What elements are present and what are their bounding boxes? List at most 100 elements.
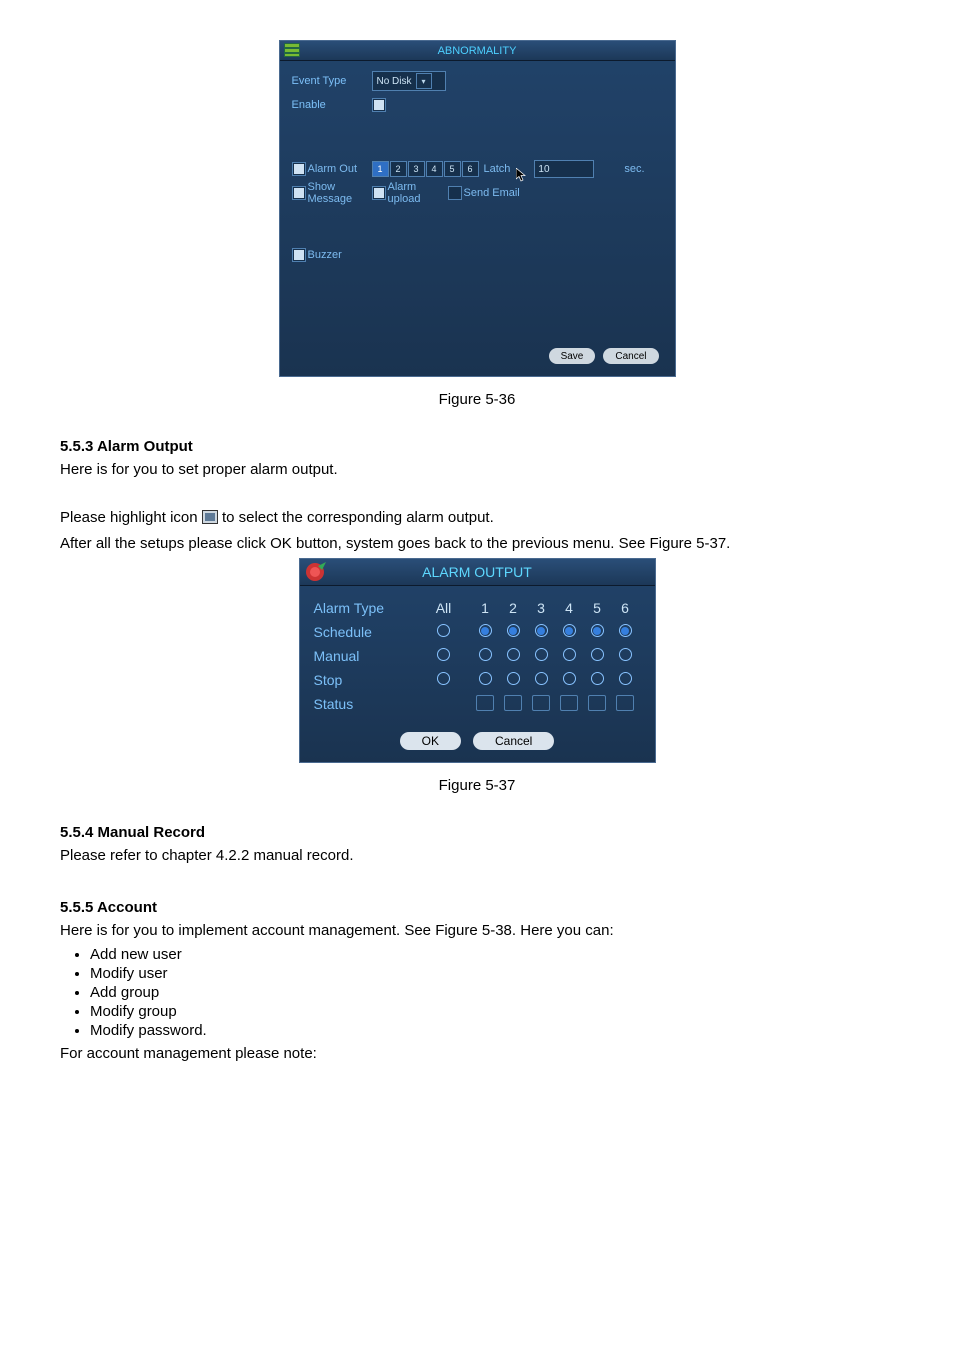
col-5: 5: [588, 600, 606, 616]
radio-all-schedule[interactable]: [437, 624, 450, 637]
status-label: Status: [314, 696, 424, 712]
alarm-output-body: Alarm Type All 123456 Schedule Manual Stop…: [300, 586, 655, 724]
latch-input[interactable]: 10: [534, 160, 594, 178]
cursor-icon: [516, 168, 526, 182]
save-button[interactable]: Save: [549, 348, 596, 364]
section-555-heading: 5.5.5 Account: [60, 899, 894, 916]
section-553-p3: After all the setups please click OK but…: [60, 533, 894, 555]
radio-manual-6[interactable]: [619, 648, 632, 661]
list-item: Modify password.: [90, 1022, 894, 1039]
status-box-5: [588, 695, 606, 711]
alarm-output-title: ALARM OUTPUT: [422, 564, 532, 580]
alarm-channel-1[interactable]: 1: [372, 161, 389, 177]
status-box-3: [532, 695, 550, 711]
col-3: 3: [532, 600, 550, 616]
event-type-select[interactable]: No Disk ▾: [372, 71, 446, 91]
send-email-checkbox[interactable]: [448, 186, 462, 200]
alarm-icon: [304, 562, 326, 582]
list-item: Add group: [90, 984, 894, 1001]
radio-schedule-3[interactable]: [535, 624, 548, 637]
status-cells: [464, 695, 641, 714]
alarm-channel-2[interactable]: 2: [390, 161, 407, 177]
section-553-p1: Here is for you to set proper alarm outp…: [60, 459, 894, 481]
radio-manual-4[interactable]: [563, 648, 576, 661]
figure-537-caption: Figure 5-37: [60, 777, 894, 794]
alarm-upload-label: Alarm upload: [388, 181, 448, 205]
status-box-2: [504, 695, 522, 711]
all-header: All: [424, 600, 464, 616]
enable-label: Enable: [292, 99, 372, 111]
figure-536-caption: Figure 5-36: [60, 391, 894, 408]
section-554-p1: Please refer to chapter 4.2.2 manual rec…: [60, 845, 894, 867]
radio-schedule-1[interactable]: [479, 624, 492, 637]
highlight-box-icon: [202, 510, 218, 524]
buzzer-checkbox[interactable]: [292, 248, 306, 262]
alarm-upload-checkbox[interactable]: [372, 186, 386, 200]
event-type-label: Event Type: [292, 75, 372, 87]
alarm-channel-6[interactable]: 6: [462, 161, 479, 177]
list-item: Add new user: [90, 946, 894, 963]
col-1: 1: [476, 600, 494, 616]
alarm-channel-3[interactable]: 3: [408, 161, 425, 177]
event-type-value: No Disk: [377, 76, 412, 87]
alarm-channel-4[interactable]: 4: [426, 161, 443, 177]
latch-label: Latch: [484, 163, 511, 175]
section-555-p1: Here is for you to implement account man…: [60, 920, 894, 942]
radio-stop-2[interactable]: [507, 672, 520, 685]
chevron-down-icon: ▾: [416, 73, 432, 89]
radio-schedule-4[interactable]: [563, 624, 576, 637]
abnormality-body: Event Type No Disk ▾ Enable Alarm Out 12…: [280, 61, 675, 283]
section-553-p2: Please highlight icon to select the corr…: [60, 507, 894, 529]
row-label-schedule: Schedule: [314, 624, 424, 640]
radio-all-manual[interactable]: [437, 648, 450, 661]
radio-schedule-6[interactable]: [619, 624, 632, 637]
alarm-output-panel: ALARM OUTPUT Alarm Type All 123456 Sched…: [299, 558, 656, 763]
alarm-out-label: Alarm Out: [308, 163, 372, 175]
alarm-cancel-button[interactable]: Cancel: [473, 732, 554, 750]
radio-manual-3[interactable]: [535, 648, 548, 661]
radio-manual-1[interactable]: [479, 648, 492, 661]
status-box-4: [560, 695, 578, 711]
section-553-heading: 5.5.3 Alarm Output: [60, 438, 894, 455]
status-box-1: [476, 695, 494, 711]
sec-label: sec.: [624, 163, 644, 175]
send-email-label: Send Email: [464, 187, 520, 199]
radio-stop-5[interactable]: [591, 672, 604, 685]
account-bullets: Add new user Modify user Add group Modify g…: [60, 946, 894, 1039]
alarm-out-channels: 123456: [372, 161, 480, 177]
abnormality-panel: ABNORMALITY Event Type No Disk ▾ Enable …: [279, 40, 676, 377]
alarm-type-label: Alarm Type: [314, 600, 424, 616]
abnormality-titlebar: ABNORMALITY: [280, 41, 675, 61]
col-2: 2: [504, 600, 522, 616]
enable-checkbox[interactable]: [372, 98, 386, 112]
show-message-checkbox[interactable]: [292, 186, 306, 200]
col-6: 6: [616, 600, 634, 616]
radio-manual-2[interactable]: [507, 648, 520, 661]
list-item: Modify user: [90, 965, 894, 982]
storage-icon: [284, 43, 300, 57]
radio-manual-5[interactable]: [591, 648, 604, 661]
section-555-p2: For account management please note:: [60, 1043, 894, 1065]
ok-button[interactable]: OK: [400, 732, 461, 750]
section-554-heading: 5.5.4 Manual Record: [60, 824, 894, 841]
radio-schedule-5[interactable]: [591, 624, 604, 637]
radio-all-stop[interactable]: [437, 672, 450, 685]
row-label-manual: Manual: [314, 648, 424, 664]
radio-stop-3[interactable]: [535, 672, 548, 685]
abnormality-title: ABNORMALITY: [438, 45, 517, 57]
show-message-label: Show Message: [308, 181, 372, 205]
row-label-stop: Stop: [314, 672, 424, 688]
list-item: Modify group: [90, 1003, 894, 1020]
buzzer-label: Buzzer: [308, 249, 342, 261]
radio-stop-6[interactable]: [619, 672, 632, 685]
status-box-6: [616, 695, 634, 711]
alarm-channel-5[interactable]: 5: [444, 161, 461, 177]
alarm-output-titlebar: ALARM OUTPUT: [300, 559, 655, 586]
radio-stop-1[interactable]: [479, 672, 492, 685]
alarm-out-checkbox[interactable]: [292, 162, 306, 176]
col-headers: 123456: [464, 600, 641, 616]
radio-schedule-2[interactable]: [507, 624, 520, 637]
col-4: 4: [560, 600, 578, 616]
cancel-button[interactable]: Cancel: [603, 348, 658, 364]
radio-stop-4[interactable]: [563, 672, 576, 685]
